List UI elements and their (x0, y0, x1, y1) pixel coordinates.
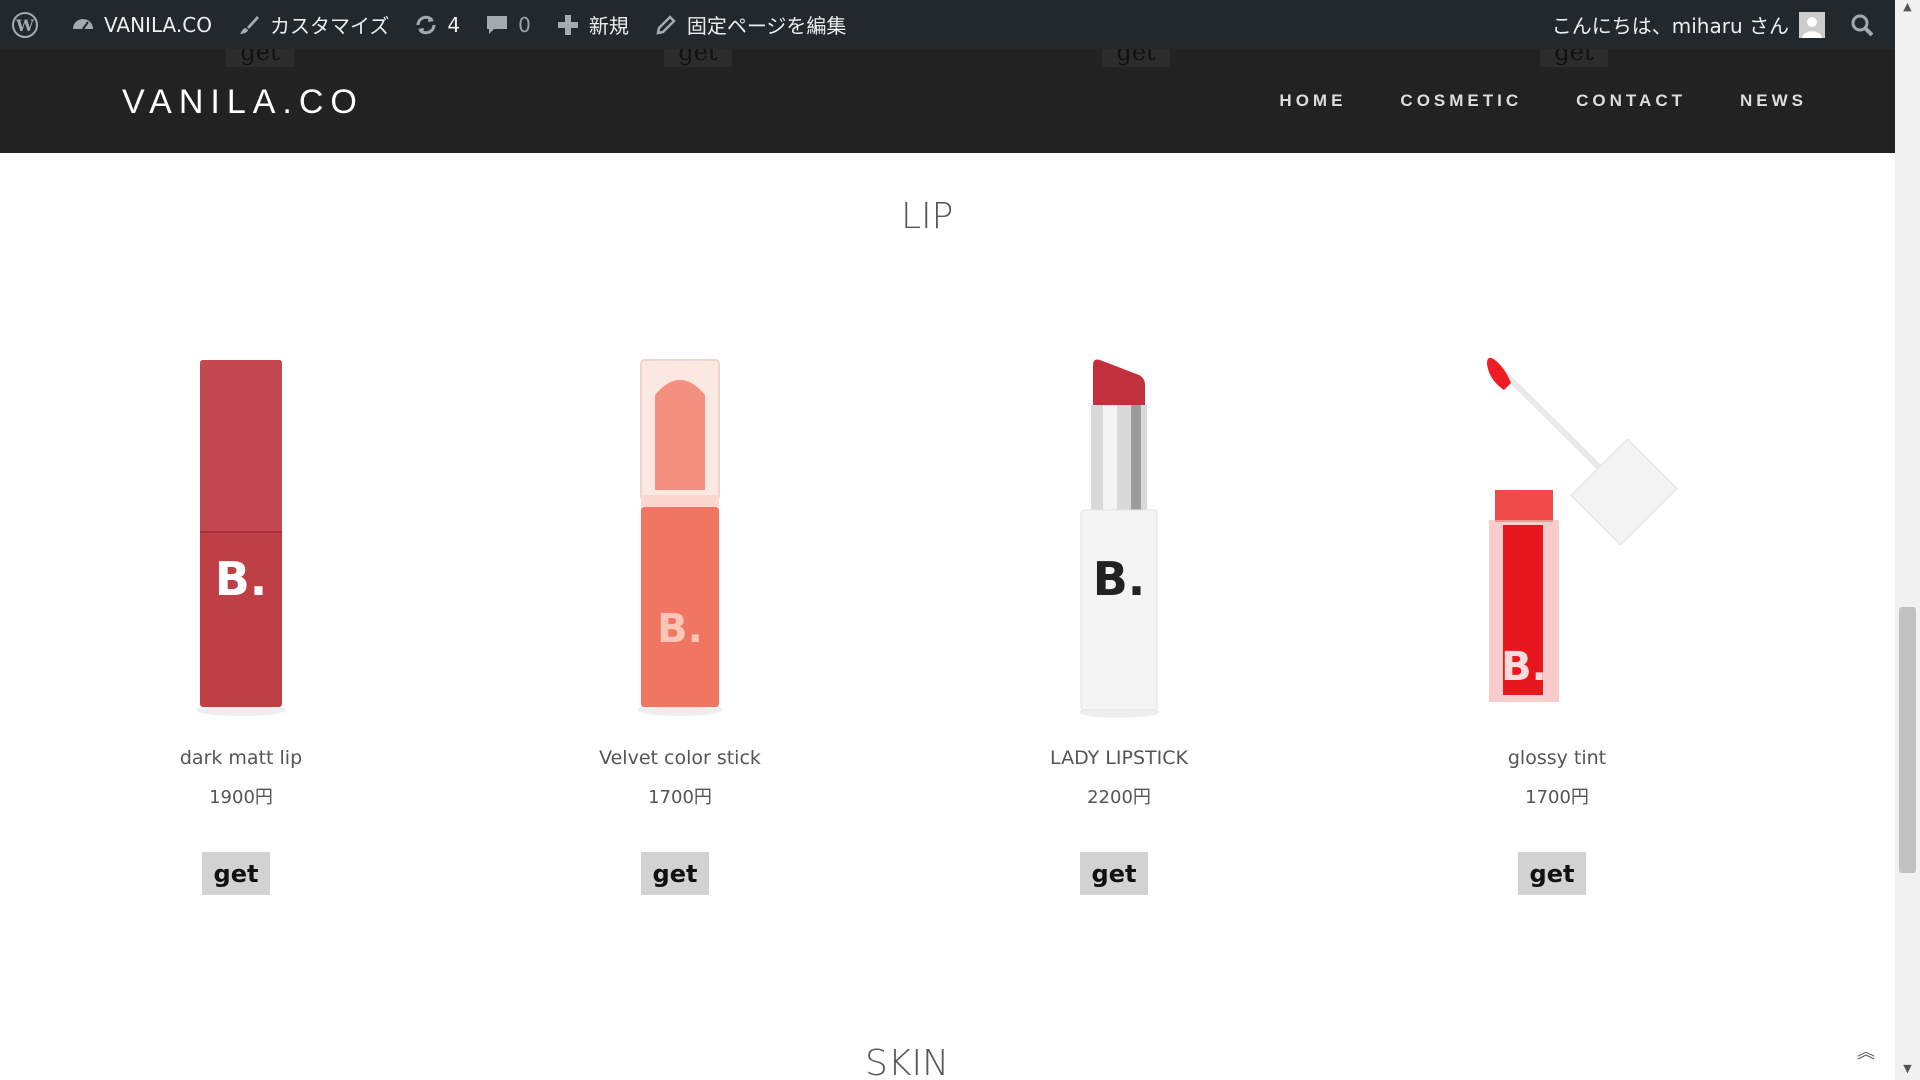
search-icon (1849, 12, 1875, 38)
dashboard-icon (70, 12, 96, 38)
product-card: B. LADY LIPSTICK 2200円 get (969, 350, 1269, 895)
admin-bar: W VANILA.CO カスタマイズ 4 0 新規 固定ページを編集 こんにちは… (0, 0, 1895, 49)
product-name[interactable]: LADY LIPSTICK (969, 747, 1269, 769)
scroll-up-icon[interactable]: ▲ (1895, 0, 1920, 18)
product-price: 1700円 (648, 787, 712, 808)
get-button[interactable]: get (641, 852, 709, 895)
page-scrollbar[interactable]: ▲ ▼ (1895, 0, 1920, 1080)
edit-page-label: 固定ページを編集 (686, 14, 847, 38)
updates-button[interactable]: 4 (401, 0, 472, 49)
site-header: get get get get VANILA.CO HOME COSMETIC … (0, 49, 1895, 153)
product-image-lady-lipstick[interactable]: B. (969, 350, 1269, 740)
customize-button[interactable]: カスタマイズ (224, 0, 401, 49)
ghost-get-button: get (226, 49, 294, 67)
wordpress-logo-button[interactable]: W (0, 0, 58, 49)
nav-contact[interactable]: CONTACT (1576, 91, 1686, 111)
svg-text:B.: B. (1093, 552, 1146, 606)
my-account-menu[interactable]: こんにちは、miharu さん (1540, 0, 1837, 49)
product-price: 1900円 (209, 787, 273, 808)
updates-icon (413, 12, 439, 38)
product-image-glossy-tint[interactable]: B. (1407, 350, 1707, 740)
product-card: B. Velvet color stick 1700円 get (530, 350, 830, 895)
ghost-get-button: get (1540, 49, 1608, 67)
product-price: 1700円 (1525, 787, 1589, 808)
avatar (1799, 11, 1825, 38)
scrollbar-thumb[interactable] (1899, 607, 1916, 873)
main-nav: HOME COSMETIC CONTACT NEWS (1279, 91, 1807, 111)
product-card: B. glossy tint 1700円 get (1407, 350, 1707, 895)
back-to-top-icon[interactable]: ︽ (1857, 1038, 1875, 1064)
svg-text:W: W (15, 16, 35, 35)
updates-count: 4 (447, 12, 461, 37)
product-image-dark-matt-lip[interactable]: B. (91, 350, 391, 740)
get-button[interactable]: get (202, 852, 270, 895)
svg-text:B.: B. (215, 552, 268, 606)
nav-news[interactable]: NEWS (1740, 91, 1807, 111)
product-name[interactable]: glossy tint (1407, 747, 1707, 769)
wordpress-icon: W (12, 11, 38, 38)
product-name[interactable]: Velvet color stick (530, 747, 830, 769)
plus-icon (555, 12, 581, 38)
product-name[interactable]: dark matt lip (91, 747, 391, 769)
product-price: 2200円 (1087, 787, 1151, 808)
site-name-label: VANILA.CO (104, 12, 212, 37)
product-card: B. dark matt lip 1900円 get (91, 350, 391, 895)
skin-section-title: SKIN (865, 1043, 949, 1080)
product-image-velvet-color-stick[interactable]: B. (530, 350, 830, 740)
skin-title-text: SKIN (865, 1043, 950, 1080)
nav-home[interactable]: HOME (1279, 91, 1346, 111)
get-button[interactable]: get (1518, 852, 1586, 895)
comment-icon (484, 12, 510, 38)
lip-section-title: LIP (901, 196, 960, 243)
new-content-label: 新規 (588, 14, 629, 38)
edit-page-button[interactable]: 固定ページを編集 (641, 0, 859, 49)
nav-cosmetic[interactable]: COSMETIC (1400, 91, 1522, 111)
svg-text:B.: B. (657, 606, 703, 652)
scroll-down-icon[interactable]: ▼ (1895, 1062, 1920, 1080)
search-button[interactable] (1837, 0, 1895, 49)
ghost-get-button: get (664, 49, 732, 67)
customize-label: カスタマイズ (269, 14, 390, 38)
lip-title-text: LIP (901, 196, 954, 237)
get-button[interactable]: get (1080, 852, 1148, 895)
site-name-menu[interactable]: VANILA.CO (58, 0, 224, 49)
svg-text:B.: B. (1501, 644, 1547, 690)
ghost-get-button: get (1102, 49, 1170, 67)
comments-button[interactable]: 0 (472, 0, 543, 49)
site-logo[interactable]: VANILA.CO (122, 83, 364, 122)
greeting-label: こんにちは、miharu さん (1551, 14, 1789, 38)
new-content-button[interactable]: 新規 (543, 0, 641, 49)
brush-icon (236, 12, 262, 38)
comments-count: 0 (518, 12, 531, 37)
pencil-icon (653, 12, 679, 38)
